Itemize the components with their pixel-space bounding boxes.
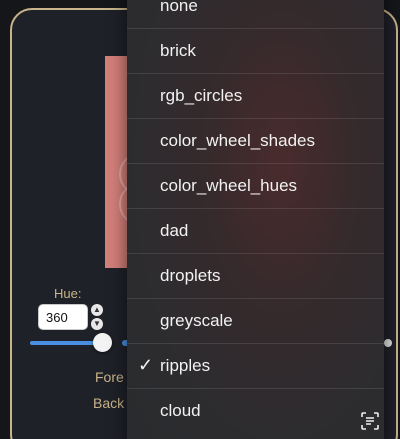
scan-text-icon[interactable]: [360, 411, 380, 431]
menu-item-ripples[interactable]: ✓ ripples: [127, 344, 384, 389]
menu-item-label: none: [160, 0, 198, 15]
menu-item-label: cloud: [160, 401, 201, 420]
menu-item-cloud[interactable]: cloud: [127, 389, 384, 434]
pattern-dropdown-menu: none brick rgb_circles color_wheel_shade…: [127, 0, 384, 439]
menu-item-dad[interactable]: dad: [127, 209, 384, 254]
app-screen: Hue: 360 ▲ ▼ Fore Back none brick rgb_ci…: [0, 0, 400, 439]
menu-item-label: greyscale: [160, 311, 233, 330]
menu-item-color-wheel-shades[interactable]: color_wheel_shades: [127, 119, 384, 164]
menu-item-label: ripples: [160, 356, 211, 375]
foreground-label: Fore: [95, 369, 124, 385]
menu-item-label: color_wheel_hues: [160, 176, 298, 195]
menu-item-label: color_wheel_shades: [160, 131, 315, 150]
menu-item-none[interactable]: none: [127, 0, 384, 29]
slider-end-thumb[interactable]: [384, 339, 392, 347]
menu-item-greyscale[interactable]: greyscale: [127, 299, 384, 344]
hue-slider-track[interactable]: [30, 341, 102, 345]
menu-item-label: brick: [160, 41, 196, 60]
hue-decrement-button[interactable]: ▼: [91, 318, 103, 330]
menu-item-label: rgb_circles: [160, 86, 243, 105]
menu-item-droplets[interactable]: droplets: [127, 254, 384, 299]
hue-slider-thumb[interactable]: [93, 333, 112, 352]
menu-item-color-wheel-hues[interactable]: color_wheel_hues: [127, 164, 384, 209]
hue-label: Hue:: [54, 286, 82, 301]
menu-item-label: dad: [160, 221, 189, 240]
menu-item-brick[interactable]: brick: [127, 29, 384, 74]
hue-input[interactable]: 360: [38, 304, 88, 330]
background-label: Back: [93, 395, 125, 411]
menu-item-rgb-circles[interactable]: rgb_circles: [127, 74, 384, 119]
menu-item-label: droplets: [160, 266, 221, 285]
checkmark-icon: ✓: [138, 355, 154, 375]
hue-increment-button[interactable]: ▲: [91, 304, 103, 316]
